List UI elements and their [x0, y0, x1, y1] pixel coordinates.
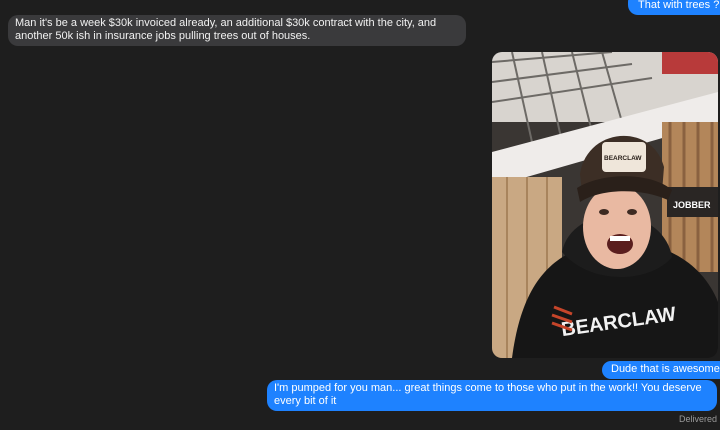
message-text: That with trees ? — [638, 0, 720, 11]
sign-text: JOBBER — [673, 200, 711, 210]
message-text: Dude that is awesome — [611, 363, 720, 375]
sent-message-bubble[interactable]: That with trees ? — [628, 0, 720, 15]
photo-attachment[interactable]: JOBBER BEARCLAW BEARCLAW — [492, 52, 718, 358]
message-text: I'm pumped for you man... great things c… — [274, 382, 702, 407]
delivery-status: Delivered — [678, 414, 717, 424]
hat-text: BEARCLAW — [604, 155, 642, 162]
sent-message-bubble[interactable]: I'm pumped for you man... great things c… — [267, 380, 717, 411]
sent-message-bubble[interactable]: Dude that is awesome — [602, 361, 720, 379]
message-text: Man it's be a week $30k invoiced already… — [15, 17, 437, 42]
received-message-bubble[interactable]: Man it's be a week $30k invoiced already… — [8, 15, 466, 46]
